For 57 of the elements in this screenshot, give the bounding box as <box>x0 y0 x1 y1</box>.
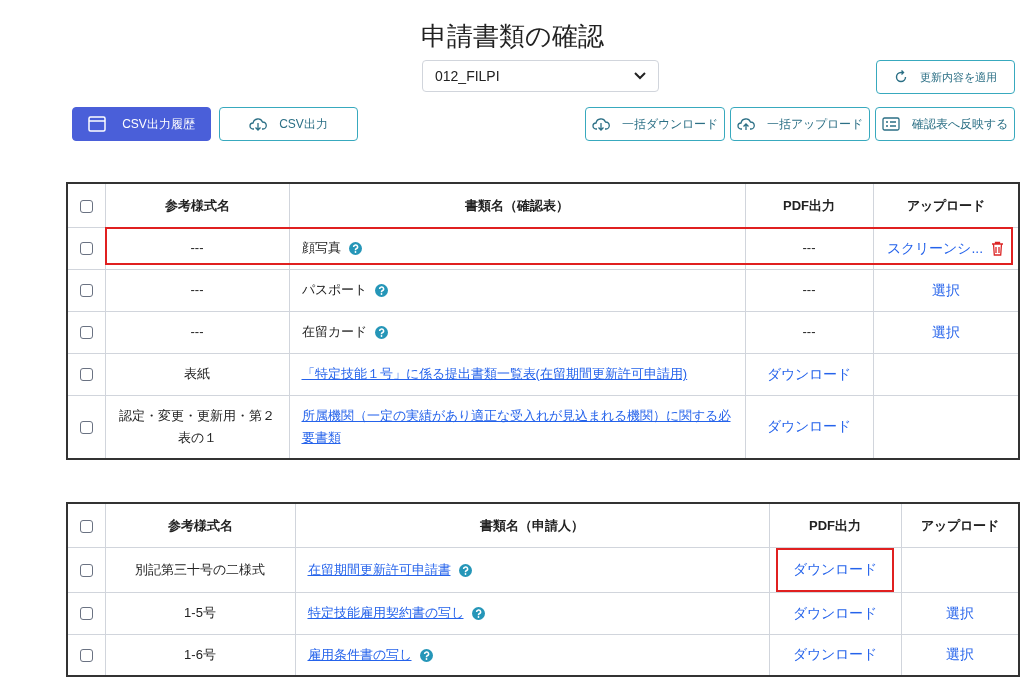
document-link[interactable]: 在留期間更新許可申請書 <box>307 558 451 581</box>
form-name: 表紙 <box>184 366 210 381</box>
checkbox[interactable] <box>79 368 93 382</box>
column-header: PDF出力 <box>769 503 901 547</box>
help-icon[interactable] <box>419 648 433 662</box>
document-link[interactable]: 特定技能雇用契約書の写し <box>307 602 464 624</box>
checkbox[interactable] <box>79 242 93 256</box>
form-name: --- <box>190 282 204 297</box>
document-name: 顔写真 <box>301 240 341 255</box>
toolbar-button[interactable]: CSV出力 <box>219 107 358 141</box>
form-name: 1-6号 <box>184 646 216 662</box>
window-icon <box>88 116 107 132</box>
empty-value: --- <box>802 282 816 298</box>
column-header: 参考様式名 <box>105 503 295 547</box>
form-select[interactable]: 012_FILPI <box>422 60 659 92</box>
refresh-icon <box>894 70 908 84</box>
list-card-icon <box>882 117 900 131</box>
cloud-upload-icon <box>737 117 755 131</box>
checkbox[interactable] <box>79 649 93 663</box>
empty-value: --- <box>802 240 816 256</box>
help-icon[interactable] <box>374 326 388 340</box>
help-icon[interactable] <box>374 284 388 298</box>
toolbar-button[interactable]: CSV出力履歴 <box>72 107 211 141</box>
upload-link[interactable]: 選択 <box>945 602 974 624</box>
document-name: パスポート <box>301 282 367 297</box>
document-link[interactable]: 雇用条件書の写し <box>307 643 412 666</box>
checkbox[interactable] <box>79 284 93 298</box>
empty-value: --- <box>802 324 816 340</box>
download-link[interactable]: ダウンロード <box>767 418 851 435</box>
cloud-download-icon <box>249 117 268 131</box>
checkbox[interactable] <box>79 519 93 533</box>
help-icon[interactable] <box>458 563 472 577</box>
toolbar-button[interactable]: 一括ダウンロード <box>585 107 725 141</box>
form-name: 別記第三十号の二様式 <box>135 561 265 577</box>
form-name: 1-5号 <box>184 605 216 620</box>
form-name: --- <box>190 324 204 339</box>
help-icon[interactable] <box>348 242 362 256</box>
apply-button[interactable]: 更新内容を適用 <box>876 60 1015 94</box>
form-name: 認定・変更・更新用・第２表の１ <box>119 407 275 445</box>
help-icon[interactable] <box>471 607 485 621</box>
checkbox[interactable] <box>79 326 93 340</box>
upload-link[interactable]: 選択 <box>945 644 974 666</box>
toolbar-button[interactable]: 一括アップロード <box>730 107 870 141</box>
cloud-download-icon <box>592 117 610 131</box>
form-name: --- <box>190 240 204 255</box>
checkbox[interactable] <box>79 563 93 577</box>
upload-link[interactable]: 選択 <box>931 279 960 301</box>
checkbox[interactable] <box>79 199 93 213</box>
trash-icon[interactable] <box>991 240 1005 256</box>
column-header: 書類名（申請人） <box>295 503 769 547</box>
document-name: 在留カード <box>301 324 367 339</box>
page-title: 申請書類の確認 <box>419 20 605 53</box>
upload-link[interactable]: 選択 <box>931 321 960 343</box>
checkbox[interactable] <box>79 607 93 621</box>
checkbox[interactable] <box>79 421 93 435</box>
chevron-down-icon <box>634 72 646 80</box>
toolbar-button[interactable]: 確認表へ反映する <box>875 107 1015 141</box>
